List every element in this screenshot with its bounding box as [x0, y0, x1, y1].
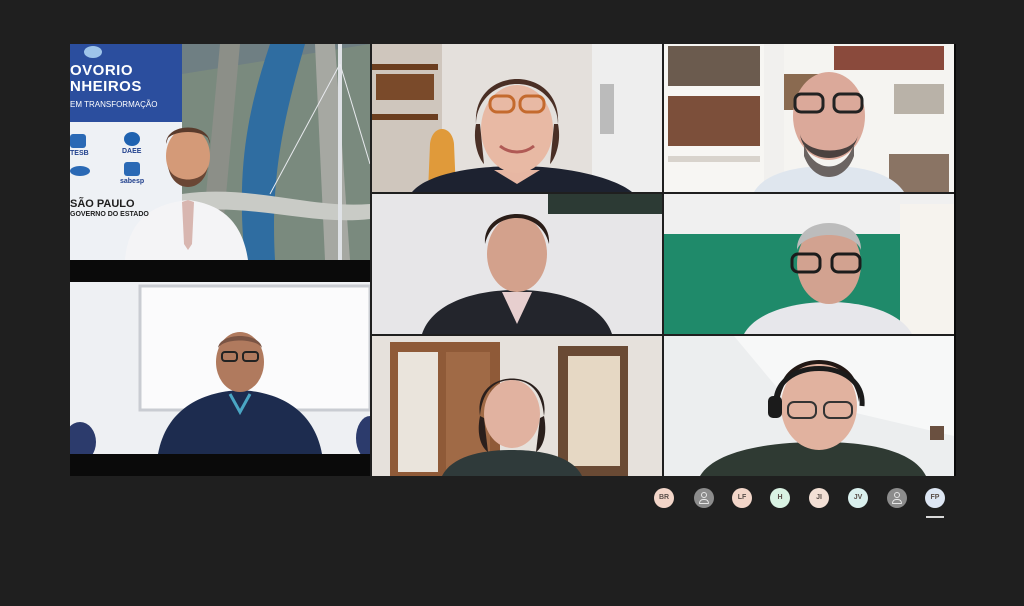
video-tile-8[interactable]	[664, 336, 954, 476]
person-icon[interactable]	[887, 488, 907, 508]
video-feed	[664, 44, 954, 192]
video-feed	[664, 194, 954, 334]
participant-avatar-br[interactable]: BR	[654, 488, 674, 508]
tesb-logo-text: TESB	[70, 150, 89, 157]
daee-logo-text: DAEE	[122, 148, 142, 155]
video-tile-1[interactable]: OVORIO NHEIROS EM TRANSFORMAÇÃO TESB DAE…	[70, 44, 370, 260]
daee-logo	[124, 132, 140, 146]
video-feed	[664, 336, 954, 476]
tile-letterbox	[70, 260, 370, 282]
active-participant-indicator	[926, 516, 944, 518]
sp-subtitle: GOVERNO DO ESTADO	[70, 211, 149, 218]
video-feed	[372, 44, 662, 192]
banner-title-line2: NHEIROS	[70, 78, 142, 95]
video-tile-2[interactable]	[372, 44, 662, 192]
video-tile-5[interactable]	[372, 194, 662, 334]
banner-title-line1: OVORIO	[70, 62, 134, 79]
video-tile-7[interactable]	[372, 336, 662, 476]
video-feed	[372, 194, 662, 334]
banner-title-block: OVORIO NHEIROS EM TRANSFORMAÇÃO	[70, 44, 182, 122]
sabesp-logo-text: sabesp	[120, 178, 145, 185]
video-tile-4[interactable]	[70, 282, 370, 454]
video-tile-6[interactable]	[664, 194, 954, 334]
video-feed	[372, 336, 662, 476]
tile-letterbox	[70, 454, 370, 476]
tesb-logo	[70, 134, 86, 148]
grid-edge	[954, 44, 956, 476]
globe-icon	[84, 46, 102, 58]
event-banner: OVORIO NHEIROS EM TRANSFORMAÇÃO TESB DAE…	[70, 44, 182, 260]
participant-avatar-jv[interactable]: JV	[848, 488, 868, 508]
sabesp-logo	[124, 162, 140, 176]
participant-avatar-h[interactable]: H	[770, 488, 790, 508]
banner-subtitle: EM TRANSFORMAÇÃO	[70, 100, 158, 109]
participant-avatar-ji[interactable]: JI	[809, 488, 829, 508]
person-icon[interactable]	[694, 488, 714, 508]
ps-logo	[70, 166, 90, 176]
video-tile-3[interactable]	[664, 44, 954, 192]
video-feed	[70, 282, 370, 454]
sp-title: SÃO PAULO	[70, 198, 135, 210]
participant-avatar-fp[interactable]: FP	[925, 488, 945, 508]
participant-list: BR LF H JI JV FP	[654, 488, 950, 508]
participant-avatar-lf[interactable]: LF	[732, 488, 752, 508]
